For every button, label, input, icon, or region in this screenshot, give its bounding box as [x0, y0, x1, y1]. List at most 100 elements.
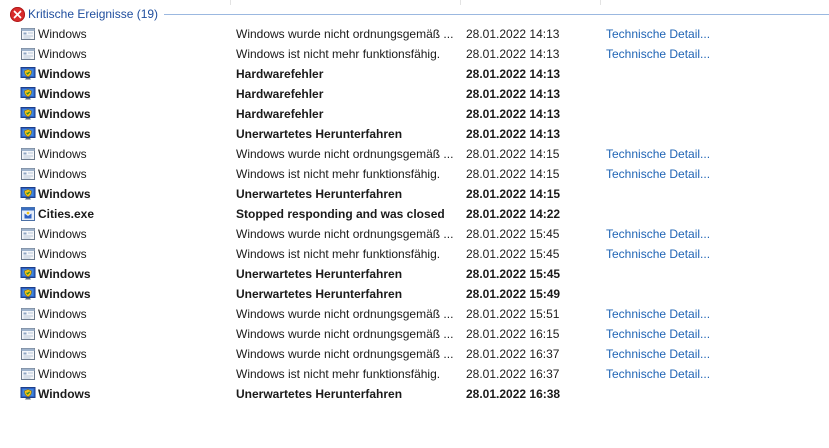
date-cell: 28.01.2022 14:13	[466, 67, 561, 81]
table-row[interactable]: Windows Windows wurde nicht ordnungsgemäß…	[0, 344, 829, 364]
technical-details-link[interactable]: Technische Detail...	[606, 224, 716, 244]
shield-monitor-icon	[20, 86, 36, 102]
date-cell: 28.01.2022 14:15	[466, 147, 560, 161]
source-cell: Windows	[20, 104, 230, 124]
date-cell: 28.01.2022 14:13	[466, 127, 561, 141]
table-row[interactable]: Windows Windows ist nicht mehr funktionsf…	[0, 164, 829, 184]
summary-cell: Windows wurde nicht ordnungsgemäß ...	[236, 307, 454, 321]
source-label: Windows	[38, 87, 91, 101]
technical-details-link[interactable]: Technische Detail...	[606, 304, 716, 324]
table-row[interactable]: Windows Unerwartetes Herunterfahren 28.01.…	[0, 264, 829, 284]
source-cell: Windows	[20, 124, 230, 144]
table-row[interactable]: Windows Unerwartetes Herunterfahren 28.01.…	[0, 124, 829, 144]
group-divider	[164, 13, 829, 15]
source-label: Windows	[38, 387, 91, 401]
summary-cell: Unerwartetes Herunterfahren	[236, 127, 403, 141]
source-label: Windows	[38, 347, 87, 361]
window-app-icon	[20, 26, 36, 42]
window-app-icon	[20, 226, 36, 242]
technical-details-link[interactable]: Technische Detail...	[606, 164, 716, 184]
table-row[interactable]: Windows Unerwartetes Herunterfahren 28.01.…	[0, 384, 829, 404]
technical-details-link[interactable]: Technische Detail...	[606, 44, 716, 64]
technical-details-link[interactable]: Technische Detail...	[606, 364, 716, 384]
source-cell: Windows	[20, 324, 230, 344]
table-row[interactable]: Windows Windows ist nicht mehr funktionsf…	[0, 44, 829, 64]
summary-cell: Windows ist nicht mehr funktionsfähig.	[236, 367, 441, 381]
technical-details-link[interactable]: Technische Detail...	[606, 24, 716, 44]
date-cell: 28.01.2022 14:13	[466, 87, 561, 101]
summary-cell: Stopped responding and was closed	[236, 207, 445, 221]
summary-cell: Windows wurde nicht ordnungsgemäß ...	[236, 227, 454, 241]
source-label: Windows	[38, 307, 87, 321]
summary-cell: Unerwartetes Herunterfahren	[236, 387, 403, 401]
source-cell: Windows	[20, 284, 230, 304]
source-cell: Cities.exe	[20, 204, 230, 224]
source-cell: Windows	[20, 84, 230, 104]
summary-cell: Hardwarefehler	[236, 107, 324, 121]
table-row[interactable]: Windows Unerwartetes Herunterfahren 28.01.…	[0, 184, 829, 204]
source-label: Windows	[38, 47, 87, 61]
source-label: Windows	[38, 147, 87, 161]
source-cell: Windows	[20, 184, 230, 204]
window-app-icon	[20, 326, 36, 342]
source-cell: Windows	[20, 384, 230, 404]
table-row[interactable]: Windows Windows wurde nicht ordnungsgemäß…	[0, 304, 829, 324]
source-label: Windows	[38, 67, 91, 81]
shield-monitor-icon	[20, 106, 36, 122]
source-cell: Windows	[20, 344, 230, 364]
group-header-critical-events[interactable]: Kritische Ereignisse (19)	[6, 4, 829, 24]
source-label: Windows	[38, 267, 91, 281]
table-row[interactable]: Windows Unerwartetes Herunterfahren 28.01.…	[0, 284, 829, 304]
window-app-icon	[20, 366, 36, 382]
group-title: Kritische Ereignisse (19)	[28, 7, 159, 21]
summary-cell: Unerwartetes Herunterfahren	[236, 267, 403, 281]
window-app-icon	[20, 246, 36, 262]
table-row[interactable]: Windows Hardwarefehler 28.01.2022 14:13	[0, 104, 829, 124]
summary-cell: Windows ist nicht mehr funktionsfähig.	[236, 47, 441, 61]
technical-details-link[interactable]: Technische Detail...	[606, 244, 716, 264]
source-label: Windows	[38, 227, 87, 241]
app-exe-icon	[20, 206, 36, 222]
table-row[interactable]: Windows Windows wurde nicht ordnungsgemäß…	[0, 324, 829, 344]
table-row[interactable]: Windows Windows ist nicht mehr funktionsf…	[0, 364, 829, 384]
technical-details-link[interactable]: Technische Detail...	[606, 324, 716, 344]
date-cell: 28.01.2022 16:37	[466, 367, 560, 381]
source-label: Windows	[38, 367, 87, 381]
table-row[interactable]: Windows Hardwarefehler 28.01.2022 14:13	[0, 64, 829, 84]
summary-cell: Hardwarefehler	[236, 67, 324, 81]
summary-cell: Unerwartetes Herunterfahren	[236, 187, 403, 201]
source-label: Cities.exe	[38, 207, 95, 221]
source-label: Windows	[38, 127, 91, 141]
date-cell: 28.01.2022 15:45	[466, 227, 560, 241]
source-label: Windows	[38, 167, 87, 181]
source-label: Windows	[38, 287, 91, 301]
source-cell: Windows	[20, 304, 230, 324]
table-row[interactable]: Windows Windows wurde nicht ordnungsgemäß…	[0, 144, 829, 164]
table-row[interactable]: Windows Windows ist nicht mehr funktionsf…	[0, 244, 829, 264]
source-cell: Windows	[20, 364, 230, 384]
shield-monitor-icon	[20, 66, 36, 82]
date-cell: 28.01.2022 15:51	[466, 307, 560, 321]
table-row[interactable]: Windows Windows wurde nicht ordnungsgemäß…	[0, 224, 829, 244]
technical-details-link[interactable]: Technische Detail...	[606, 344, 716, 364]
shield-monitor-icon	[20, 286, 36, 302]
source-cell: Windows	[20, 144, 230, 164]
source-cell: Windows	[20, 64, 230, 84]
date-cell: 28.01.2022 15:45	[466, 267, 561, 281]
summary-cell: Hardwarefehler	[236, 87, 324, 101]
table-row[interactable]: Windows Windows wurde nicht ordnungsgemäß…	[0, 24, 829, 44]
shield-monitor-icon	[20, 386, 36, 402]
technical-details-link[interactable]: Technische Detail...	[606, 144, 716, 164]
source-label: Windows	[38, 107, 91, 121]
summary-cell: Windows ist nicht mehr funktionsfähig.	[236, 247, 441, 261]
source-label: Windows	[38, 327, 87, 341]
summary-cell: Windows wurde nicht ordnungsgemäß ...	[236, 347, 454, 361]
table-row[interactable]: Windows Hardwarefehler 28.01.2022 14:13	[0, 84, 829, 104]
shield-monitor-icon	[20, 186, 36, 202]
error-circle-icon	[10, 6, 25, 22]
table-row[interactable]: Cities.exe Stopped responding and was clo…	[0, 204, 829, 224]
date-cell: 28.01.2022 14:15	[466, 167, 560, 181]
date-cell: 28.01.2022 16:15	[466, 327, 560, 341]
shield-monitor-icon	[20, 266, 36, 282]
window-app-icon	[20, 306, 36, 322]
